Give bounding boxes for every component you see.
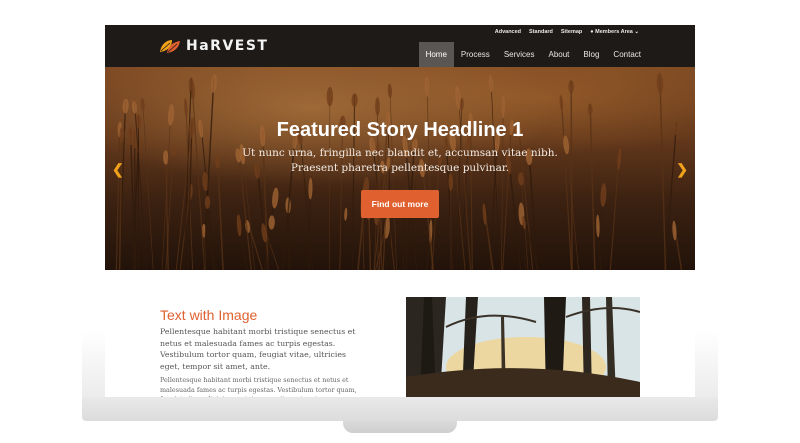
hero-content: Featured Story Headline 1 Ut nunc urna, … (105, 119, 695, 218)
find-out-more-button[interactable]: Find out more (360, 190, 440, 218)
section-title: Text with Image (160, 307, 258, 323)
monitor-bezel (82, 397, 718, 421)
bezel-shadow-left (82, 330, 105, 397)
hero-title: Featured Story Headline 1 (276, 119, 524, 141)
chevron-right-icon[interactable]: ❯ (676, 161, 688, 178)
members-area-label: Members Area (595, 29, 633, 35)
leaf-icon (160, 40, 180, 53)
monitor-mockup: HaRVEST Advanced Standard Sitemap ● Memb… (0, 0, 800, 443)
bezel-shadow-right (695, 330, 718, 397)
hero-text-line1: Ut nunc urna, fringilla nec blandit et, … (242, 147, 558, 159)
user-icon: ● (590, 29, 594, 35)
nav-item-blog[interactable]: Blog (576, 42, 606, 67)
nav-item-home[interactable]: Home (418, 42, 454, 67)
nav-item-process[interactable]: Process (454, 42, 497, 67)
monitor-stand (343, 421, 457, 433)
hero-text: Ut nunc urna, fringilla nec blandit et, … (105, 146, 695, 176)
chevron-left-icon[interactable]: ❮ (112, 161, 124, 178)
site-header: HaRVEST Advanced Standard Sitemap ● Memb… (105, 25, 695, 67)
util-link-members-area[interactable]: ● Members Area ⌄ (590, 29, 639, 35)
nav-item-contact[interactable]: Contact (606, 42, 648, 67)
logo-text: HaRVEST (186, 38, 269, 54)
util-link-sitemap[interactable]: Sitemap (561, 29, 582, 35)
util-link-standard[interactable]: Standard (529, 29, 553, 35)
utility-nav: Advanced Standard Sitemap ● Members Area… (495, 29, 639, 35)
forest-image (406, 297, 640, 397)
website-screen: HaRVEST Advanced Standard Sitemap ● Memb… (105, 25, 695, 397)
nav-item-about[interactable]: About (542, 42, 577, 67)
site-logo[interactable]: HaRVEST (159, 38, 268, 54)
nav-item-services[interactable]: Services (497, 42, 542, 67)
hero-text-line2: Praesent pharetra pellentesque pulvinar. (290, 162, 510, 174)
main-nav: Home Process Services About Blog Contact (418, 42, 648, 67)
util-link-advanced[interactable]: Advanced (495, 29, 521, 35)
chevron-down-icon: ⌄ (634, 29, 639, 35)
hero-slider: Featured Story Headline 1 Ut nunc urna, … (105, 67, 695, 270)
section-paragraph: Pellentesque habitant morbi tristique se… (160, 327, 356, 371)
section-paragraph-secondary: Pellentesque habitant morbi tristique se… (160, 376, 357, 397)
